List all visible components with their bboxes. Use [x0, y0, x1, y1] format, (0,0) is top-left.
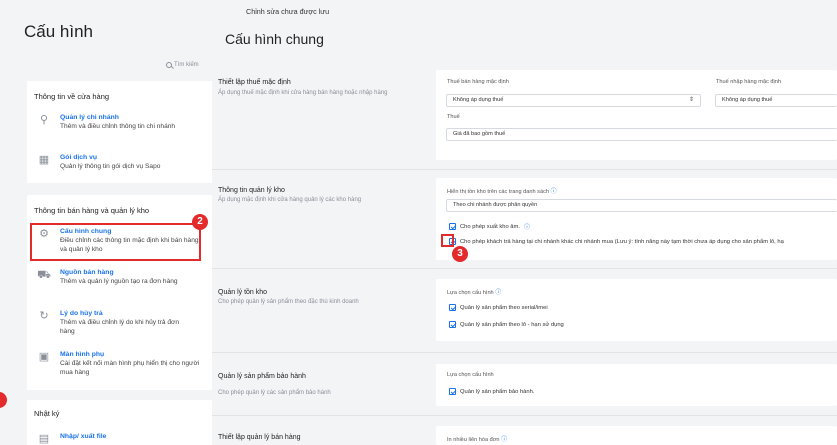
- menu-item-name: Màn hình phụ: [60, 351, 105, 358]
- log-card: Nhật ký ▤ Nhập/ xuất file: [27, 400, 212, 445]
- branch-icon: ⚲: [39, 114, 49, 126]
- main-content: Chỉnh sửa chưa được lưu Cấu hình chung T…: [212, 0, 837, 445]
- warranty-label: Lựa chọn cấu hình: [447, 372, 494, 378]
- stock-mgmt-title: Quản lý tồn kho: [218, 289, 268, 296]
- stock-mgmt-label: Lựa chọn cấu hình ⓘ: [447, 287, 501, 296]
- sale-tax-select[interactable]: Không áp dụng thuế ⇕: [446, 94, 701, 107]
- section-divider: [212, 415, 837, 416]
- tax-panel: Thuế bán hàng mặc định Không áp dụng thu…: [436, 70, 837, 160]
- highlight-box: [441, 234, 454, 247]
- refresh-icon: ↻: [39, 310, 49, 322]
- chevron-updown-icon: ⇕: [688, 97, 694, 103]
- store-card-title: Thông tin về cửa hàng: [34, 92, 110, 101]
- sales-mgmt-title: Thiết lập quản lý bán hàng: [218, 434, 301, 441]
- warranty-option-label: Quản lý sản phẩm bảo hành.: [460, 388, 535, 395]
- menu-item-name: Quản lý chi nhánh: [60, 114, 119, 121]
- batch-expiry-checkbox[interactable]: Quản lý sản phẩm theo lô - hạn sử dụng: [449, 321, 564, 328]
- import-tax-label: Thuế nhập hàng mặc định: [716, 79, 781, 85]
- tax-select[interactable]: Giá đã bao gồm thuế: [446, 128, 837, 141]
- info-icon: ⓘ: [501, 437, 508, 443]
- tax-label: Thuế: [447, 114, 460, 120]
- batch-expiry-label: Quản lý sản phẩm theo lô - hạn sử dụng: [460, 321, 564, 328]
- screen-icon: ▣: [38, 351, 50, 363]
- warranty-title: Quản lý sản phẩm bảo hành: [218, 373, 306, 380]
- checkbox-checked-icon: [449, 304, 456, 311]
- allow-negative-checkbox[interactable]: Cho phép xuất kho âm. ⓘ: [449, 222, 530, 231]
- file-icon: ▤: [38, 433, 50, 445]
- highlight-box: [30, 223, 201, 261]
- menu-item-branch[interactable]: ⚲ Quản lý chi nhánh Thêm và điều chỉnh t…: [37, 113, 207, 131]
- sale-tax-label: Thuế bán hàng mặc định: [447, 79, 509, 85]
- menu-item-cancel-reason[interactable]: ↻ Lý do hủy trả Thêm và điều chỉnh lý do…: [37, 309, 207, 336]
- menu-item-service-package[interactable]: ▦ Gói dịch vụ Quản lý thông tin gói dịch…: [37, 153, 207, 171]
- search-input[interactable]: Tìm kiếm: [166, 58, 212, 72]
- checkbox-checked-icon: [449, 223, 456, 230]
- tax-section-desc: Áp dụng thuế mặc định khi cửa hàng bán h…: [218, 90, 388, 96]
- store-info-card: Thông tin về cửa hàng ⚲ Quản lý chi nhán…: [27, 81, 212, 183]
- section-divider: [212, 169, 837, 170]
- info-icon: ⓘ: [495, 290, 502, 296]
- sidebar-title: Cấu hình: [24, 22, 93, 41]
- menu-item-name: Nhập/ xuất file: [60, 433, 107, 440]
- checkbox-checked-icon: [449, 321, 456, 328]
- serial-imei-checkbox[interactable]: Quản lý sản phẩm theo serial/imei: [449, 304, 548, 311]
- info-icon: ⓘ: [523, 225, 530, 231]
- import-tax-select[interactable]: Không áp dụng thuế: [715, 94, 837, 107]
- menu-item-name: Gói dịch vụ: [60, 154, 98, 161]
- stock-display-value: Theo chi nhánh được phân quyền: [453, 202, 538, 208]
- checkbox-checked-icon: [449, 388, 456, 395]
- stock-mgmt-panel: Lựa chọn cấu hình ⓘ Quản lý sản phẩm the…: [436, 279, 837, 341]
- multi-invoice-label-text: In nhiều liên hóa đơn: [447, 437, 500, 443]
- menu-item-name: Nguồn bán hàng: [60, 269, 114, 276]
- inventory-panel: Hiển thị tồn kho trên các trang danh sác…: [436, 178, 837, 260]
- tax-value: Giá đã bao gồm thuế: [453, 131, 506, 137]
- import-tax-value: Không áp dụng thuế: [722, 97, 773, 103]
- stock-display-select[interactable]: Theo chi nhánh được phân quyền: [446, 199, 837, 212]
- multi-invoice-label: In nhiều liên hóa đơn ⓘ: [447, 434, 507, 443]
- inventory-section-desc: Áp dụng mặc định khi cửa hàng quản lý cá…: [218, 197, 362, 203]
- search-icon: [166, 62, 172, 68]
- info-icon: ⓘ: [550, 189, 557, 195]
- allow-negative-label: Cho phép xuất kho âm.: [460, 223, 520, 230]
- menu-item-desc: Quản lý thông tin gói dịch vụ Sapo: [60, 163, 161, 170]
- log-card-title: Nhật ký: [34, 409, 60, 418]
- stock-display-label: Hiển thị tồn kho trên các trang danh sác…: [447, 186, 557, 195]
- menu-item-import-export[interactable]: ▤ Nhập/ xuất file: [37, 432, 207, 445]
- sales-card-title: Thông tin bán hàng và quản lý kho: [34, 206, 150, 215]
- package-icon: ▦: [38, 154, 50, 166]
- menu-item-desc: Thêm và quản lý nguồn tạo ra đơn hàng: [60, 278, 178, 285]
- cart-icon: ⛟: [37, 269, 51, 281]
- unsaved-notice: Chỉnh sửa chưa được lưu: [246, 7, 330, 16]
- allow-return-label: Cho phép khách trả hàng tại chi nhánh kh…: [460, 238, 784, 245]
- stock-mgmt-desc: Cho phép quản lý sản phẩm theo đặc thù k…: [218, 299, 359, 305]
- warranty-panel: Lựa chọn cấu hình Quản lý sản phẩm bảo h…: [436, 364, 837, 406]
- step-badge-edge: [0, 392, 7, 408]
- stock-mgmt-label-text: Lựa chọn cấu hình: [447, 290, 494, 296]
- inventory-section-title: Thông tin quản lý kho: [218, 187, 285, 194]
- menu-item-desc: Thêm và điều chỉnh thông tin chi nhánh: [60, 123, 176, 130]
- section-divider: [212, 352, 837, 353]
- sales-mgmt-panel: In nhiều liên hóa đơn ⓘ: [436, 426, 837, 445]
- menu-item-sales-source[interactable]: ⛟ Nguồn bán hàng Thêm và quản lý nguồn t…: [37, 268, 207, 286]
- serial-imei-label: Quản lý sản phẩm theo serial/imei: [460, 304, 548, 311]
- menu-item-desc: Cài đặt kết nối màn hình phụ hiển thị ch…: [60, 360, 200, 376]
- warranty-desc: Cho phép quản lý các sản phẩm bảo hành: [218, 390, 331, 396]
- step-badge-3: 3: [452, 246, 468, 262]
- allow-return-checkbox[interactable]: Cho phép khách trả hàng tại chi nhánh kh…: [449, 238, 784, 245]
- stock-display-label-text: Hiển thị tồn kho trên các trang danh sác…: [447, 189, 549, 195]
- menu-item-name: Lý do hủy trả: [60, 310, 103, 317]
- search-placeholder: Tìm kiếm: [174, 62, 199, 68]
- tax-section-title: Thiết lập thuế mặc định: [218, 79, 291, 86]
- sale-tax-value: Không áp dụng thuế: [453, 97, 504, 103]
- menu-item-secondary-screen[interactable]: ▣ Màn hình phụ Cài đặt kết nối màn hình …: [37, 350, 207, 377]
- warranty-checkbox[interactable]: Quản lý sản phẩm bảo hành.: [449, 388, 534, 395]
- page-title: Cấu hình chung: [225, 31, 324, 47]
- section-divider: [212, 268, 837, 269]
- menu-item-desc: Thêm và điều chỉnh lý do khi hủy trả đơn…: [60, 319, 180, 335]
- step-badge-2: 2: [192, 214, 208, 230]
- settings-sidebar: Cấu hình Tìm kiếm Thông tin về cửa hàng …: [0, 0, 212, 445]
